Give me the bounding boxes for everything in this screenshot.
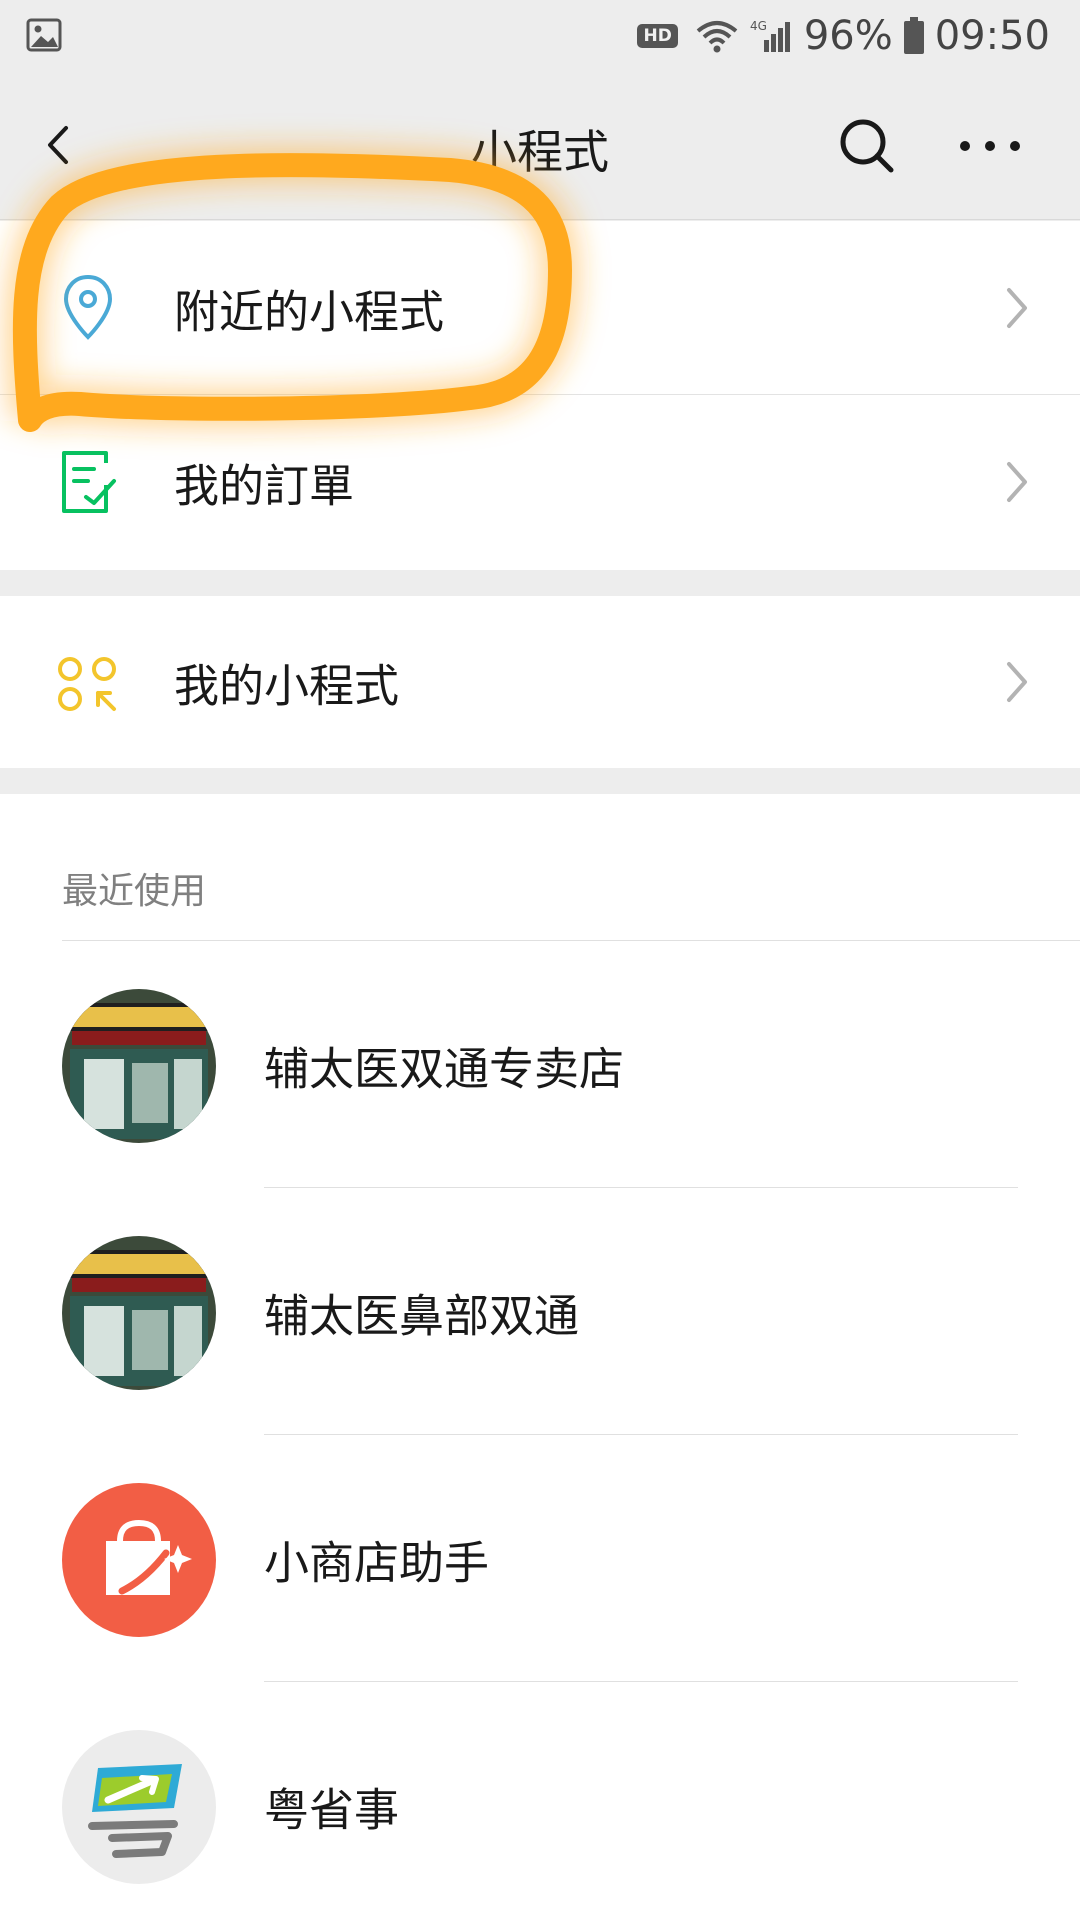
recent-item-name: 小商店助手 <box>264 1536 490 1589</box>
menu-item-label: 我的訂單 <box>174 459 355 513</box>
store-photo-avatar <box>62 1236 216 1390</box>
title-bar: 小程式 <box>0 72 1080 220</box>
recent-item[interactable]: 粤省事 <box>0 1682 1080 1920</box>
chevron-right-icon <box>1007 288 1027 328</box>
yue-logo-avatar <box>62 1730 216 1884</box>
gallery-notification-icon <box>26 18 62 52</box>
recent-item[interactable]: 辅太医鼻部双通 <box>0 1188 1080 1435</box>
location-pin-icon <box>63 274 113 340</box>
recent-item-name: 辅太医双通专卖店 <box>264 1042 625 1095</box>
signal-4g-icon: 4G <box>750 19 790 52</box>
recent-section: 最近使用 辅太医双通专卖店 辅太医鼻部双通 小商店助手 粤省事 <box>0 794 1080 1920</box>
menu-item-nearby[interactable]: 附近的小程式 <box>0 221 1080 395</box>
status-bar: HD 4G 96% 09:50 <box>0 0 1080 72</box>
chevron-right-icon <box>1007 662 1027 702</box>
menu-group-secondary: 我的小程式 <box>0 596 1080 768</box>
battery-icon <box>903 17 924 54</box>
menu-item-label: 我的小程式 <box>174 659 400 713</box>
wifi-icon <box>696 21 738 53</box>
menu-item-label: 附近的小程式 <box>174 285 445 339</box>
battery-percent: 96% <box>803 13 893 59</box>
svg-text:4G: 4G <box>750 19 767 33</box>
my-miniprograms-icon <box>58 657 116 711</box>
mini-programs-screen: HD 4G 96% 09:50 小程式 附近的小程式 我的訂單 我的小程式 最近… <box>0 0 1080 1920</box>
title-divider <box>0 219 1080 220</box>
page-title: 小程式 <box>471 125 609 179</box>
recent-item-name: 粤省事 <box>264 1783 400 1836</box>
recent-item[interactable]: 小商店助手 <box>0 1435 1080 1682</box>
menu-item-my-miniprograms[interactable]: 我的小程式 <box>0 596 1080 768</box>
recent-header: 最近使用 <box>62 871 207 912</box>
menu-group-primary: 附近的小程式 我的訂單 <box>0 221 1080 570</box>
shopping-bag-avatar <box>62 1483 216 1637</box>
recent-item-name: 辅太医鼻部双通 <box>264 1289 580 1342</box>
recent-item[interactable]: 辅太医双通专卖店 <box>0 941 1080 1188</box>
clock: 09:50 <box>934 13 1050 59</box>
order-checklist-icon <box>62 451 116 513</box>
chevron-right-icon <box>1007 462 1027 502</box>
search-icon[interactable] <box>835 114 899 178</box>
menu-item-my-orders[interactable]: 我的訂單 <box>0 395 1080 569</box>
hd-badge: HD <box>637 24 678 48</box>
more-options-icon[interactable] <box>955 114 1025 178</box>
store-photo-avatar <box>62 989 216 1143</box>
